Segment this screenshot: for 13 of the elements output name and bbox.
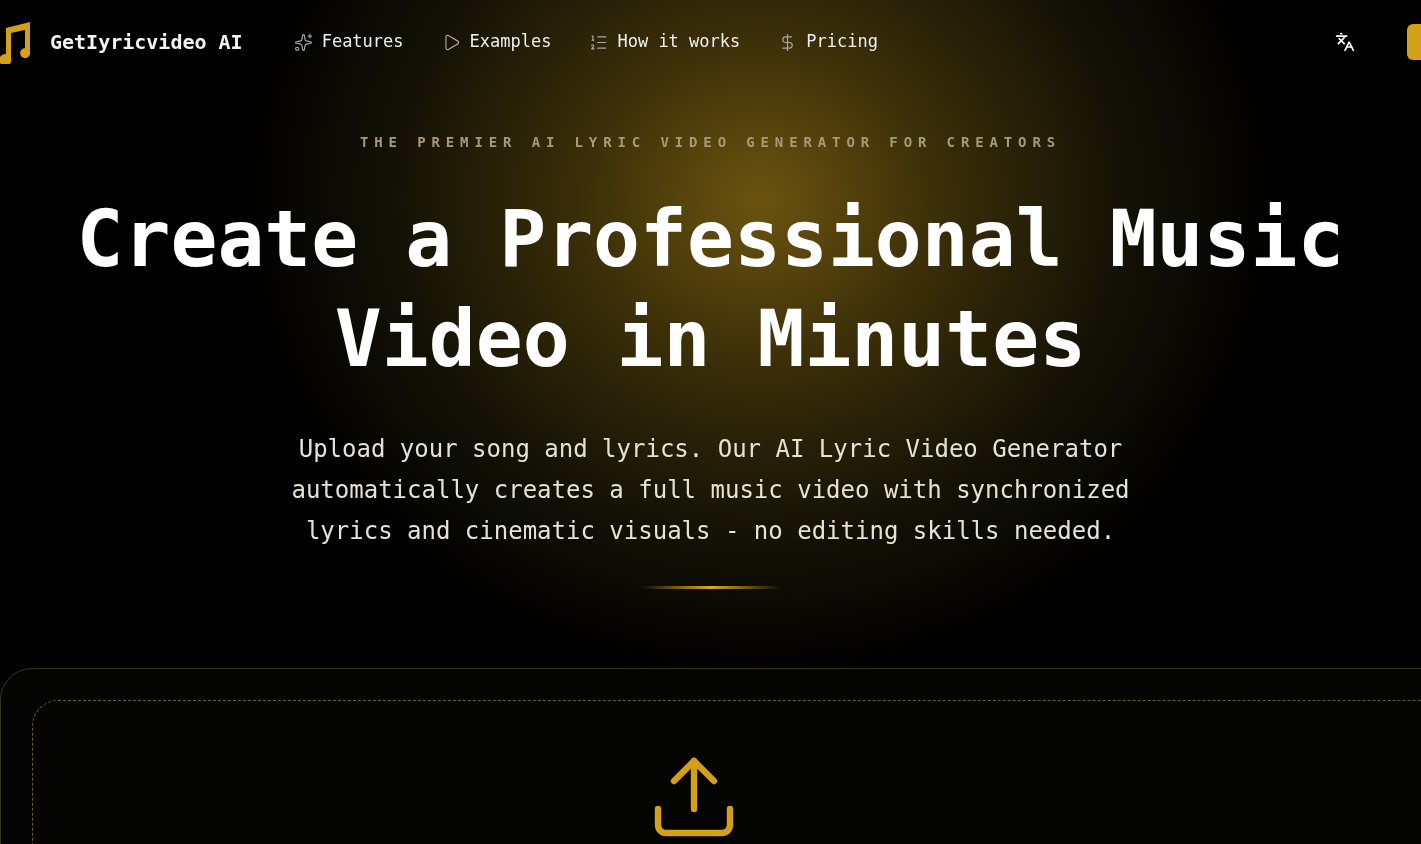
sparkles-icon (293, 32, 313, 52)
eyebrow-text: THE PREMIER AI LYRIC VIDEO GENERATOR FOR CREATORS (359, 133, 1062, 152)
cta-button[interactable] (1407, 24, 1421, 60)
nav-link[interactable]: Pricing (778, 29, 878, 55)
nav-link[interactable]: Examples (441, 29, 552, 55)
hero-description: Upload your song and lyrics. Our AI Lyric Video Generator automatically creates a full music video with synchronized lyrics and cinematic visuals - no editing skills needed. (290, 434, 1131, 547)
brand-name[interactable]: GetIyricvideo AI (50, 27, 243, 57)
headline-line: Video in Minutes (334, 293, 1087, 386)
headline-line: Create a Professional Music (76, 193, 1345, 286)
nav-link[interactable]: Features (293, 29, 404, 55)
nav-link[interactable]: How it works (589, 29, 741, 55)
translate-icon[interactable] (1335, 32, 1355, 52)
music-note-logo-icon (0, 20, 30, 64)
